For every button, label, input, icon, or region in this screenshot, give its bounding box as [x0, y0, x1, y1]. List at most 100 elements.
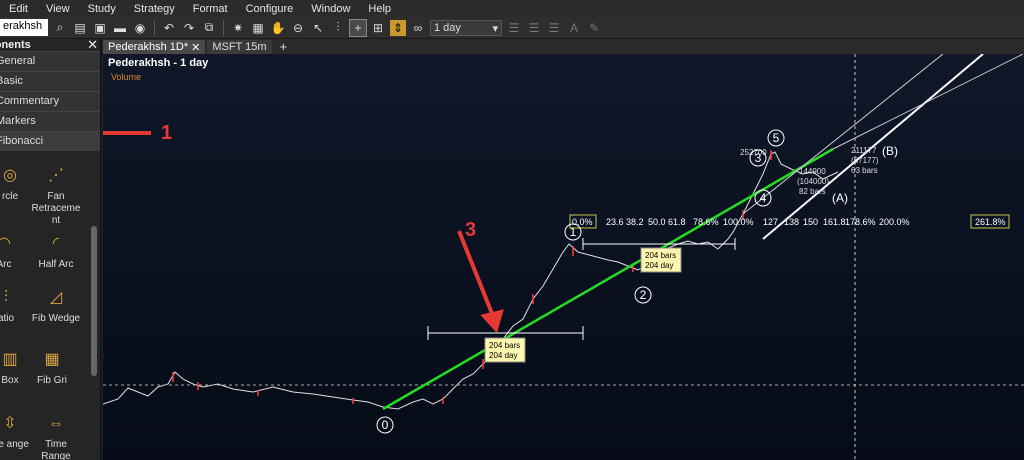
pan-hand-icon[interactable]: ✋ — [270, 20, 286, 36]
close-icon[interactable]: ✕ — [87, 39, 98, 53]
menu-edit[interactable]: Edit — [0, 3, 37, 15]
range-info-days: 204 day — [645, 261, 673, 270]
magic-wand-icon[interactable]: ✷ — [230, 20, 246, 36]
circle-icon: ◎ — [3, 167, 17, 184]
wave-label: 1 — [570, 225, 577, 239]
annotation-number: 1 — [161, 122, 172, 144]
redo-icon[interactable]: ↷ — [181, 20, 197, 36]
search-icon[interactable]: ⌕ — [52, 20, 68, 36]
components-panel: ponents ✕ General Basic Commentary Marke… — [0, 39, 101, 460]
tool-fib-arc[interactable]: ◠ Arc — [0, 233, 30, 271]
camera-icon[interactable]: ◉ — [132, 20, 148, 36]
annotation-number: 2 — [103, 341, 104, 363]
ratio-icon: ⫶ — [3, 289, 8, 306]
copy-icon[interactable]: ⧉ — [201, 20, 217, 36]
list-icon[interactable]: ☰ — [526, 20, 542, 36]
menu-bar: Edit View Study Strategy Format Configur… — [0, 0, 1024, 17]
fit-icon[interactable]: ⇕ — [390, 19, 406, 36]
wave-label: 4 — [760, 191, 767, 205]
fib-level-labels: 0.0% 23.6 38.2 50.0 61.8 78.6% 100.0% 12… — [569, 214, 1010, 229]
save-icon[interactable]: ▣ — [92, 20, 108, 36]
tool-fib-grid[interactable]: ▦ Fib Gri — [26, 349, 78, 387]
category-commentary[interactable]: Commentary — [0, 91, 100, 111]
fan-icon: ⋰ — [48, 167, 64, 184]
menu-format[interactable]: Format — [184, 3, 237, 15]
annotation-arrows — [103, 131, 504, 333]
fib-level: 78.6% — [693, 217, 719, 227]
measure-labels: 252700 211177 (67177) 63 bars 144900 (10… — [740, 146, 879, 196]
channel-line — [832, 54, 1024, 150]
fib-level: 23.6 — [606, 217, 624, 227]
tool-label: Fib Gri — [37, 375, 67, 386]
toolbar-divider — [154, 19, 155, 36]
zoom-icon[interactable]: ⊖ — [290, 20, 306, 36]
category-fibonacci[interactable]: Fibonacci — [0, 131, 100, 151]
tool-fib-half-arc[interactable]: ◜ Half Arc — [30, 233, 82, 271]
list-icon[interactable]: ☰ — [506, 20, 522, 36]
measure-label: 211177 — [851, 146, 877, 155]
annotation-numbers: 1 2 3 — [103, 122, 476, 363]
price-candles — [172, 150, 772, 404]
tool-time-range[interactable]: ⇔ Time Range — [30, 413, 82, 460]
menu-help[interactable]: Help — [359, 3, 400, 15]
menu-configure[interactable]: Configure — [237, 3, 303, 15]
tab-label: Pederakhsh 1D* — [108, 41, 189, 53]
fib-level: 200.0% — [879, 217, 910, 227]
pen-icon[interactable]: ✎ — [586, 20, 602, 36]
symbol-input[interactable]: erakhsh — [0, 19, 48, 36]
measure-label: 63 bars — [851, 166, 878, 175]
panel-scrollbar[interactable] — [91, 226, 97, 376]
wave-label: (A) — [832, 191, 848, 205]
chart-canvas: 0.0% 23.6 38.2 50.0 61.8 78.6% 100.0% 12… — [103, 54, 1024, 460]
trend-line — [382, 147, 834, 411]
text-icon[interactable]: A — [566, 20, 582, 36]
price-series — [103, 151, 839, 410]
link-icon[interactable]: ∞ — [410, 20, 426, 36]
chart-area[interactable]: Pederakhsh - 1 day Volume 0.0% 23.6 38.2… — [103, 54, 1024, 460]
wave-label: (B) — [882, 144, 898, 158]
fib-level: 127 — [763, 217, 778, 227]
tab-pederakhsh[interactable]: Pederakhsh 1D* ✕ — [103, 40, 206, 54]
new-chart-icon[interactable]: ▤ — [72, 20, 88, 36]
tool-label: Fan Retraceme nt — [31, 191, 81, 226]
grid-icon: ▦ — [44, 351, 60, 368]
pointer-icon[interactable]: ↖ — [310, 20, 326, 36]
add-tab-button[interactable]: + — [280, 39, 288, 54]
undo-icon[interactable]: ↶ — [161, 20, 177, 36]
period-select[interactable]: 1 day ▾ — [430, 19, 502, 36]
half-arc-icon: ◜ — [52, 235, 60, 252]
menu-view[interactable]: View — [37, 3, 79, 15]
category-general[interactable]: General — [0, 51, 100, 71]
grid-icon[interactable]: ▦ — [250, 20, 266, 36]
tool-label: Time Range — [41, 439, 71, 460]
measure-label: 252700 — [740, 148, 767, 157]
tool-fib-fan[interactable]: ⋰ Fan Retraceme nt — [30, 165, 82, 227]
category-markers[interactable]: Markers — [0, 111, 100, 131]
open-folder-icon[interactable]: ▬ — [112, 20, 128, 36]
bar-chart-icon[interactable]: ⊞ — [370, 20, 386, 36]
wave-markers — [376, 129, 785, 434]
tab-msft[interactable]: MSFT 15m — [207, 40, 272, 54]
panel-header: ponents ✕ — [0, 39, 100, 53]
menu-study[interactable]: Study — [79, 3, 125, 15]
candle-icon[interactable]: ⫶ — [330, 20, 346, 36]
wave-label: 5 — [773, 131, 780, 145]
wedge-icon: ◿ — [49, 289, 63, 306]
range-info-bars: 204 bars — [645, 251, 676, 260]
tool-grid: ◎ rcle ⋰ Fan Retraceme nt ◠ Arc ◜ Half A… — [0, 151, 100, 460]
close-icon[interactable]: ✕ — [191, 41, 200, 54]
fib-level: 38.2 — [626, 217, 644, 227]
crosshair-icon[interactable]: + — [349, 18, 367, 37]
category-basic[interactable]: Basic — [0, 71, 100, 91]
tool-label: Half Arc — [38, 259, 74, 270]
menu-window[interactable]: Window — [302, 3, 359, 15]
tool-fib-wedge[interactable]: ◿ Fib Wedge — [30, 287, 82, 325]
tab-label: MSFT 15m — [212, 41, 267, 53]
list-icon[interactable]: ☰ — [546, 20, 562, 36]
tool-label: Arc — [0, 259, 12, 270]
menu-strategy[interactable]: Strategy — [125, 3, 184, 15]
tool-fib-ratio[interactable]: ⫶ atio — [0, 287, 32, 325]
price-range-icon: ⇳ — [3, 415, 17, 432]
range-info-days: 204 day — [489, 351, 517, 360]
fib-level: 150 — [803, 217, 818, 227]
